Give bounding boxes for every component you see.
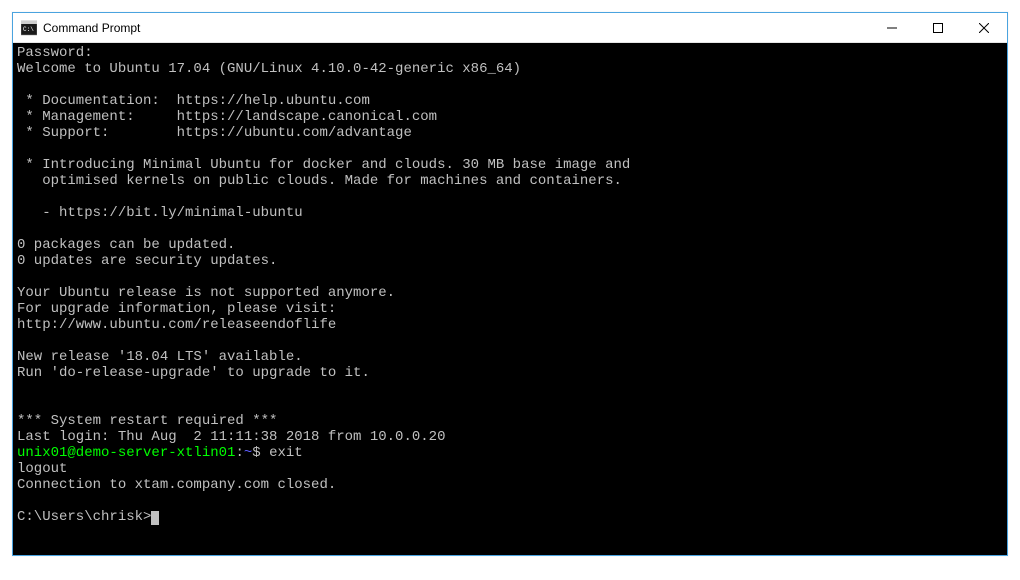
titlebar: C:\ Command Prompt	[13, 13, 1007, 43]
terminal-line: optimised kernels on public clouds. Made…	[17, 173, 622, 189]
terminal-line: For upgrade information, please visit:	[17, 301, 336, 317]
terminal-line: Welcome to Ubuntu 17.04 (GNU/Linux 4.10.…	[17, 61, 521, 77]
terminal-line: 0 packages can be updated.	[17, 237, 235, 253]
cmd-icon: C:\	[21, 20, 37, 36]
terminal-line: *** System restart required ***	[17, 413, 277, 429]
ssh-command: exit	[269, 445, 303, 461]
ssh-prompt-dollar: $	[252, 445, 269, 461]
terminal-line: - https://bit.ly/minimal-ubuntu	[17, 205, 303, 221]
terminal-line: * Documentation: https://help.ubuntu.com	[17, 93, 370, 109]
maximize-button[interactable]	[915, 13, 961, 42]
ssh-prompt-colon: :	[235, 445, 243, 461]
svg-text:C:\: C:\	[23, 26, 34, 33]
minimize-button[interactable]	[869, 13, 915, 42]
terminal-line: * Management: https://landscape.canonica…	[17, 109, 437, 125]
terminal-line: New release '18.04 LTS' available.	[17, 349, 303, 365]
terminal-output[interactable]: Password: Welcome to Ubuntu 17.04 (GNU/L…	[13, 43, 1007, 555]
terminal-line: Last login: Thu Aug 2 11:11:38 2018 from…	[17, 429, 445, 445]
close-button[interactable]	[961, 13, 1007, 42]
window-title: Command Prompt	[43, 21, 140, 35]
terminal-line: Password:	[17, 45, 93, 61]
cursor	[151, 511, 159, 525]
terminal-line: http://www.ubuntu.com/releaseendoflife	[17, 317, 336, 333]
terminal-line: Your Ubuntu release is not supported any…	[17, 285, 395, 301]
ssh-prompt-path: ~	[244, 445, 252, 461]
terminal-line: Run 'do-release-upgrade' to upgrade to i…	[17, 365, 370, 381]
terminal-line: Connection to xtam.company.com closed.	[17, 477, 336, 493]
window-controls	[869, 13, 1007, 42]
ssh-prompt-user: unix01@demo-server-xtlin01	[17, 445, 235, 461]
terminal-line: 0 updates are security updates.	[17, 253, 277, 269]
command-prompt-window: C:\ Command Prompt Password: Welcome to …	[12, 12, 1008, 556]
terminal-line: logout	[17, 461, 67, 477]
local-prompt: C:\Users\chrisk>	[17, 509, 151, 525]
terminal-line: * Support: https://ubuntu.com/advantage	[17, 125, 412, 141]
terminal-line: * Introducing Minimal Ubuntu for docker …	[17, 157, 630, 173]
